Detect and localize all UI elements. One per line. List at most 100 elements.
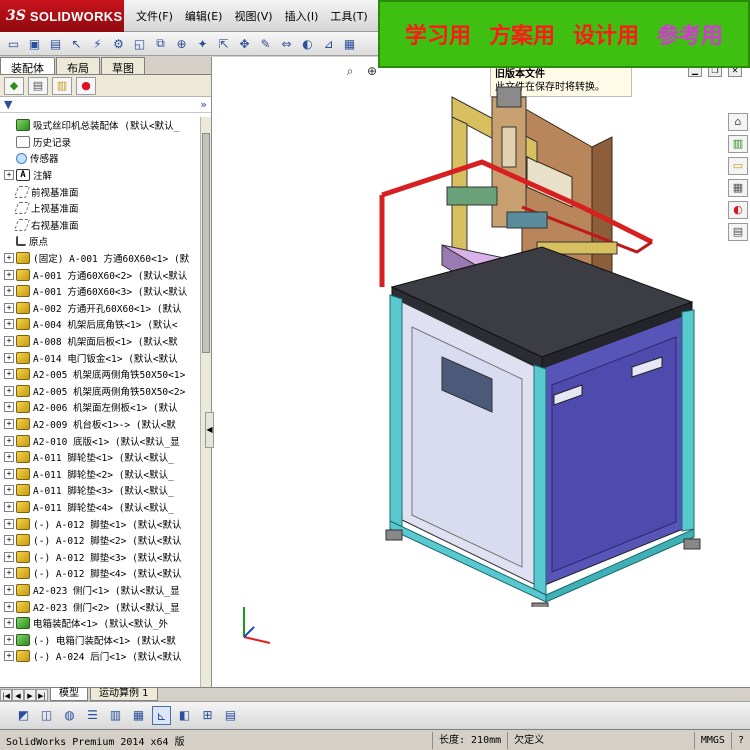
options-icon[interactable]: ⚙ (109, 35, 128, 53)
display-style-icon[interactable]: ◩ (14, 706, 33, 725)
pointer-icon[interactable]: ↖ (67, 35, 86, 53)
tree-item[interactable]: + A-011 脚轮垫<2> (默认<默认_ (0, 465, 200, 482)
solidworks-logo[interactable]: 3S SOLIDWORKS (0, 0, 124, 32)
normal-to-icon[interactable]: ⊞ (198, 706, 217, 725)
expand-toggle-icon[interactable]: + (4, 302, 14, 313)
tree-item[interactable]: 传感器 (0, 150, 200, 167)
smart-icon[interactable]: ✦ (193, 35, 212, 53)
scrollbar-thumb[interactable] (202, 133, 210, 353)
move-icon[interactable]: ✥ (235, 35, 254, 53)
tree-item[interactable]: + A2-023 侧门<1> (默认<默认_显 (0, 582, 200, 599)
design-library-icon[interactable]: ▥ (728, 135, 748, 153)
expand-toggle-icon[interactable]: + (4, 501, 14, 512)
grid-icon[interactable]: ▦ (129, 706, 148, 725)
menu-tools[interactable]: 工具(T) (330, 8, 367, 24)
new-icon[interactable]: ▭ (4, 35, 23, 53)
tree-item[interactable]: 历史记录 (0, 134, 200, 151)
tree-item[interactable]: + A-001 方通60X60<2> (默认<默认 (0, 266, 200, 283)
custom-properties-icon[interactable]: ▤ (728, 223, 748, 241)
tree-item[interactable]: + A-011 脚轮垫<1> (默认<默认_ (0, 449, 200, 466)
tab-sketch[interactable]: 草图 (101, 57, 145, 75)
expand-toggle-icon[interactable]: + (4, 601, 14, 612)
prev-tab-icon[interactable]: ◀ (12, 688, 24, 701)
screen-printer-model[interactable] (292, 67, 712, 607)
filter-icon[interactable]: ▼ (4, 98, 12, 111)
expand-toggle-icon[interactable]: + (4, 535, 14, 546)
render-icon[interactable]: ◐ (298, 35, 317, 53)
rebuild-icon[interactable]: ⚡ (88, 35, 107, 53)
tree-item[interactable]: + (-) A-012 脚垫<3> (默认<默认 (0, 548, 200, 565)
tree-item[interactable]: + 电箱装配体<1> (默认<默认_外 (0, 615, 200, 632)
expand-toggle-icon[interactable]: + (4, 402, 14, 413)
tree-item[interactable]: + A-001 方通60X60<3> (默认<默认 (0, 283, 200, 300)
expand-toggle-icon[interactable]: + (4, 352, 14, 363)
resources-icon[interactable]: ⌂ (728, 113, 748, 131)
tab-model[interactable]: 模型 (50, 688, 88, 701)
menu-insert[interactable]: 插入(I) (285, 8, 319, 24)
tree-item[interactable]: + (固定) A-001 方通60X60<1> (默 (0, 250, 200, 267)
view-icon[interactable]: ◱ (130, 35, 149, 53)
tree-item[interactable]: + A-011 脚轮垫<3> (默认<默认_ (0, 482, 200, 499)
expand-toggle-icon[interactable]: + (4, 634, 14, 645)
view-orient-icon[interactable]: ▥ (106, 706, 125, 725)
expand-toggle-icon[interactable]: + (4, 336, 14, 347)
analyze-icon[interactable]: ▦ (340, 35, 359, 53)
tree-item[interactable]: + A-014 电门钣金<1> (默认<默认 (0, 349, 200, 366)
mate-icon[interactable]: ⊕ (172, 35, 191, 53)
sketch-icon[interactable]: ✎ (256, 35, 275, 53)
expand-toggle-icon[interactable]: + (4, 452, 14, 463)
config-icon[interactable]: ▥ (52, 76, 72, 95)
tree-scrollbar[interactable] (200, 117, 211, 687)
tree-item[interactable]: + (-) 电箱门装配体<1> (默认<默 (0, 631, 200, 648)
print-icon[interactable]: ▤ (46, 35, 65, 53)
expand-toggle-icon[interactable]: + (4, 385, 14, 396)
tree-item[interactable]: + A2-010 底版<1> (默认<默认_显 (0, 432, 200, 449)
expand-toggle-icon[interactable]: + (4, 485, 14, 496)
tree-item[interactable]: 原点 (0, 233, 200, 250)
menu-file[interactable]: 文件(F) (136, 8, 173, 24)
tree-item[interactable]: + (-) A-012 脚垫<4> (默认<默认 (0, 565, 200, 582)
explode-icon[interactable]: ⇱ (214, 35, 233, 53)
expand-toggle-icon[interactable]: + (4, 551, 14, 562)
tree-item[interactable]: + A-011 脚轮垫<4> (默认<默认_ (0, 499, 200, 516)
tree-item[interactable]: + A-002 方通开孔60X60<1> (默认 (0, 300, 200, 317)
featuremanager-icon[interactable]: ◆ (4, 76, 24, 95)
panel-collapse-grip[interactable]: ◀ (205, 412, 214, 448)
tab-motion-study[interactable]: 运动算例 1 (90, 688, 158, 701)
view-palette-icon[interactable]: ▦ (728, 179, 748, 197)
units-selector[interactable]: MMGS (693, 731, 731, 749)
tree-item[interactable]: + A2-005 机架底两侧角铁50X50<1> (0, 366, 200, 383)
expand-toggle-icon[interactable]: + (4, 584, 14, 595)
section-icon[interactable]: ☰ (83, 706, 102, 725)
help-icon[interactable]: ? (730, 731, 750, 749)
tree-item[interactable]: + A2-023 侧门<2> (默认<默认_显 (0, 598, 200, 615)
expand-toggle-icon[interactable]: + (4, 468, 14, 479)
tree-item[interactable]: + A2-005 机架底两侧角铁50X50<2> (0, 383, 200, 400)
next-tab-icon[interactable]: ▶ (24, 688, 36, 701)
last-tab-icon[interactable]: ▶| (36, 688, 48, 701)
file-explorer-icon[interactable]: ▭ (728, 157, 748, 175)
standard-views-icon[interactable]: ▤ (221, 706, 240, 725)
tree-item[interactable]: + A2-009 机台板<1>-> (默认<默 (0, 416, 200, 433)
open-icon[interactable]: ▣ (25, 35, 44, 53)
shaded-icon[interactable]: ◍ (60, 706, 79, 725)
expand-toggle-icon[interactable]: + (4, 418, 14, 429)
expand-panel-icon[interactable]: » (200, 98, 207, 111)
first-tab-icon[interactable]: |◀ (0, 688, 12, 701)
tree-item[interactable]: + (-) A-024 后门<1> (默认<默认 (0, 648, 200, 665)
component-icon[interactable]: ⧉ (151, 35, 170, 53)
expand-toggle-icon[interactable]: + (4, 170, 14, 181)
expand-toggle-icon[interactable]: + (4, 269, 14, 280)
expand-toggle-icon[interactable]: + (4, 369, 14, 380)
tree-item[interactable]: 上视基准面 (0, 200, 200, 217)
shadow-icon[interactable]: ◧ (175, 706, 194, 725)
expand-toggle-icon[interactable]: + (4, 568, 14, 579)
tree-item[interactable]: + A-008 机架面后板<1> (默认<默 (0, 333, 200, 350)
expand-toggle-icon[interactable]: + (4, 518, 14, 529)
graphics-area[interactable]: ⌕ ⊕ 旧版本文件 此文件在保存时将转换。 ▁ ❐ ✕ ⌂ ▥ ▭ ▦ ◐ ▤ (212, 57, 750, 687)
expand-toggle-icon[interactable]: + (4, 435, 14, 446)
tab-assembly[interactable]: 装配体 (0, 57, 55, 75)
expand-toggle-icon[interactable]: + (4, 253, 14, 264)
hidden-lines-icon[interactable]: ◫ (37, 706, 56, 725)
triad-view-icon[interactable]: ⊾ (152, 706, 171, 725)
